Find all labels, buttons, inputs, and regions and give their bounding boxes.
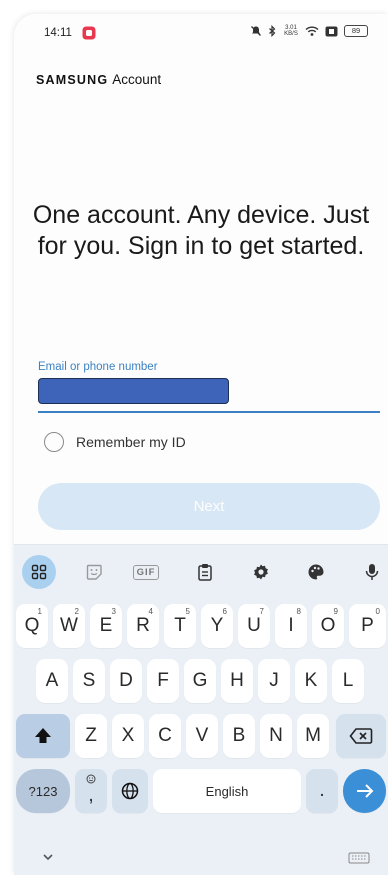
- key-b[interactable]: B: [223, 714, 255, 758]
- key-g[interactable]: G: [184, 659, 216, 703]
- backspace-icon: [349, 728, 373, 744]
- key-c[interactable]: C: [149, 714, 181, 758]
- key-r[interactable]: R4: [127, 604, 159, 648]
- shift-key[interactable]: [16, 714, 70, 758]
- period-key[interactable]: .: [306, 769, 338, 813]
- key-n[interactable]: N: [260, 714, 292, 758]
- arrow-right-icon: [356, 784, 373, 798]
- microphone-icon[interactable]: [354, 557, 388, 587]
- comma-key[interactable]: ,: [75, 769, 107, 813]
- key-i[interactable]: I8: [275, 604, 307, 648]
- sticker-icon[interactable]: [76, 557, 112, 587]
- language-key[interactable]: [112, 769, 148, 813]
- backspace-key[interactable]: [336, 714, 386, 758]
- brand-product: Account: [112, 72, 162, 87]
- key-d[interactable]: D: [110, 659, 142, 703]
- gif-button[interactable]: GIF: [128, 557, 164, 587]
- network-rate: 3.01 KB/S: [284, 25, 298, 37]
- email-field-label: Email or phone number: [38, 361, 158, 373]
- settings-gear-icon[interactable]: [243, 557, 279, 587]
- headline-text: One account. Any device. Just for you. S…: [32, 201, 370, 260]
- remember-id-option[interactable]: Remember my ID: [44, 432, 186, 452]
- key-m[interactable]: M: [297, 714, 329, 758]
- theme-palette-icon[interactable]: [298, 557, 334, 587]
- emoji-icon: [86, 774, 96, 784]
- key-u[interactable]: U7: [238, 604, 270, 648]
- key-o[interactable]: O9: [312, 604, 344, 648]
- key-x[interactable]: X: [112, 714, 144, 758]
- key-e[interactable]: E3: [90, 604, 122, 648]
- remember-id-radio[interactable]: [44, 432, 64, 452]
- apps-grid-icon[interactable]: [22, 555, 56, 589]
- samsung-logo: SAMSUNG: [36, 73, 109, 87]
- next-button[interactable]: Next: [38, 483, 380, 530]
- key-a[interactable]: A: [36, 659, 68, 703]
- key-h[interactable]: H: [221, 659, 253, 703]
- brand-header: SAMSUNG Account: [36, 72, 161, 87]
- key-j[interactable]: J: [258, 659, 290, 703]
- key-f[interactable]: F: [147, 659, 179, 703]
- gif-label: GIF: [132, 564, 160, 580]
- keyboard-switch-icon[interactable]: [348, 852, 370, 864]
- bluetooth-icon: [269, 25, 276, 37]
- keyboard-toolbar: GIF: [14, 545, 388, 599]
- key-v[interactable]: V: [186, 714, 218, 758]
- phone-screen: 14:11 3.01 KB/S 89 SAMSUNG Account One a…: [14, 14, 388, 875]
- status-icons: 3.01 KB/S 89: [250, 25, 368, 37]
- symbols-key[interactable]: ?123: [16, 769, 70, 813]
- key-q[interactable]: Q1: [16, 604, 48, 648]
- clipboard-icon[interactable]: [187, 557, 223, 587]
- key-l[interactable]: L: [332, 659, 364, 703]
- key-z[interactable]: Z: [75, 714, 107, 758]
- mute-icon: [251, 26, 261, 36]
- status-bar: 14:11 3.01 KB/S 89: [14, 14, 388, 54]
- wifi-icon: [305, 26, 319, 36]
- screenshot-icon: [325, 26, 338, 36]
- key-s[interactable]: S: [73, 659, 105, 703]
- battery-indicator: 89: [344, 25, 368, 37]
- key-k[interactable]: K: [295, 659, 327, 703]
- enter-key[interactable]: [343, 769, 386, 813]
- keyboard-nav-bar: [14, 842, 388, 875]
- page-headline: One account. Any device. Just for you. S…: [14, 200, 388, 262]
- screen-record-icon: [82, 26, 96, 40]
- keyboard: GIF Q 1 W 2 E 3 R 4 T 5 Y 6 U 7 I 8 O 9 …: [14, 544, 388, 875]
- email-field[interactable]: [38, 378, 229, 404]
- key-w[interactable]: W2: [53, 604, 85, 648]
- status-time: 14:11: [44, 27, 72, 39]
- email-field-underline: [38, 411, 380, 413]
- space-key[interactable]: English: [153, 769, 301, 813]
- key-y[interactable]: Y6: [201, 604, 233, 648]
- remember-id-label: Remember my ID: [76, 434, 186, 450]
- key-t[interactable]: T5: [164, 604, 196, 648]
- globe-icon: [121, 782, 139, 800]
- key-p[interactable]: P0: [349, 604, 386, 648]
- chevron-down-icon[interactable]: [36, 850, 60, 866]
- shift-arrow-icon: [35, 728, 51, 743]
